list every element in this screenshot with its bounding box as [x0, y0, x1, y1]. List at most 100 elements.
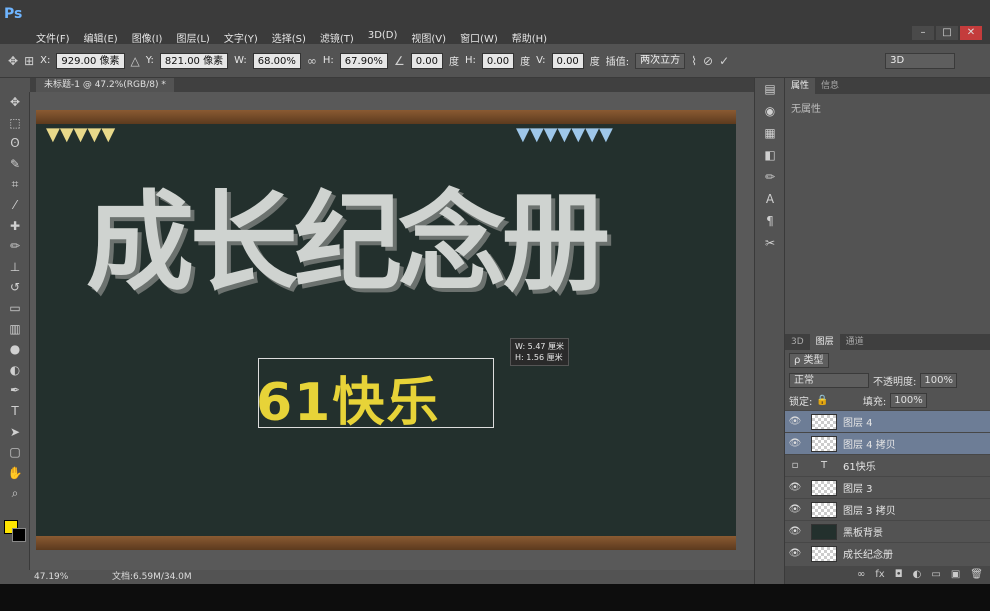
panel-dock-icons: ▤ ◉ ▦ ◧ ✏ A ¶ ✂ — [754, 78, 784, 584]
layer-filter-select[interactable]: ρ 类型 — [789, 352, 829, 368]
marquee-icon[interactable]: ⬚ — [0, 113, 30, 134]
new-layer-icon[interactable]: ▣ — [951, 566, 960, 584]
commit-transform-icon[interactable]: ✓ — [719, 54, 729, 68]
menu-edit[interactable]: 编辑(E) — [84, 30, 118, 45]
close-button[interactable]: ✕ — [960, 26, 982, 40]
eye-hidden-icon[interactable]: ▫ — [785, 460, 805, 471]
height-input[interactable]: 67.90% — [339, 52, 388, 69]
menu-type[interactable]: 文字(Y) — [224, 30, 258, 45]
tab-channels[interactable]: 通道 — [840, 334, 870, 350]
type-icon[interactable]: T — [0, 401, 30, 422]
mask-icon[interactable]: ◘ — [895, 566, 903, 584]
width-input[interactable]: 68.00% — [252, 52, 301, 69]
opacity-input[interactable]: 100% — [920, 372, 957, 388]
bottom-strip — [0, 584, 990, 611]
move-icon[interactable]: ✥ — [0, 92, 30, 113]
menu-view[interactable]: 视图(V) — [411, 30, 446, 45]
eye-icon[interactable]: 👁 — [785, 548, 805, 559]
eraser-icon[interactable]: ▭ — [0, 298, 30, 319]
document-size: 文档:6.59M/34.0M — [112, 572, 192, 582]
tab-3d[interactable]: 3D — [785, 334, 810, 350]
tab-info[interactable]: 信息 — [815, 78, 845, 94]
eye-icon[interactable]: 👁 — [785, 482, 805, 493]
menu-filter[interactable]: 滤镜(T) — [320, 30, 354, 45]
eye-icon[interactable]: 👁 — [785, 416, 805, 427]
layer-row[interactable]: 👁 图层 3 拷贝 — [785, 498, 990, 520]
layer-row[interactable]: 👁 图层 4 — [785, 410, 990, 432]
lasso-icon[interactable]: ʘ — [0, 133, 30, 154]
color-panel-icon[interactable]: ◉ — [755, 100, 785, 122]
blur-icon[interactable]: ● — [0, 339, 30, 360]
layer-row[interactable]: ▫ T 61快乐 — [785, 454, 990, 476]
tab-layers[interactable]: 图层 — [809, 334, 840, 350]
adjustments-panel-icon[interactable]: ◧ — [755, 144, 785, 166]
hand-icon[interactable]: ✋ — [0, 463, 30, 484]
menu-file[interactable]: 文件(F) — [36, 30, 70, 45]
group-icon[interactable]: ▭ — [931, 566, 940, 584]
canvas-area[interactable]: ▼▼▼▼▼ ▼▼▼▼▼▼▼ 成长纪念册 61快乐 W: 5.47 厘米 H: 1… — [30, 92, 754, 570]
layer-row[interactable]: 👁 图层 4 拷贝 — [785, 432, 990, 454]
gradient-icon[interactable]: ▥ — [0, 319, 30, 340]
tooltip-width: W: 5.47 厘米 — [515, 342, 565, 351]
menu-3d[interactable]: 3D(D) — [368, 30, 398, 45]
stamp-icon[interactable]: ⊥ — [0, 257, 30, 278]
path-select-icon[interactable]: ➤ — [0, 422, 30, 443]
menu-layer[interactable]: 图层(L) — [176, 30, 209, 45]
dodge-icon[interactable]: ◐ — [0, 360, 30, 381]
character-panel-icon[interactable]: A — [755, 188, 785, 210]
healing-icon[interactable]: ✚ — [0, 216, 30, 237]
move-tool-icon[interactable]: ✥ — [8, 54, 18, 68]
interp-select[interactable]: 两次立方 — [635, 52, 686, 69]
fill-input[interactable]: 100% — [890, 392, 927, 408]
layer-row[interactable]: 👁 图层 3 — [785, 476, 990, 498]
warp-icon[interactable]: ⌇ — [691, 54, 697, 68]
pen-icon[interactable]: ✒ — [0, 380, 30, 401]
eye-icon[interactable]: 👁 — [785, 504, 805, 515]
workspace-select[interactable]: 3D — [885, 52, 956, 69]
reference-point-icon[interactable]: ⊞ — [24, 54, 34, 68]
menu-window[interactable]: 窗口(W) — [460, 30, 498, 45]
lock-icon[interactable]: 🔒 — [816, 395, 828, 406]
paragraph-panel-icon[interactable]: ¶ — [755, 210, 785, 232]
layer-row[interactable]: 👁 成长纪念册 — [785, 542, 990, 564]
crop-icon[interactable]: ⌗ — [0, 174, 30, 195]
eye-icon[interactable]: 👁 — [785, 526, 805, 537]
fx-icon[interactable]: fx — [875, 566, 884, 584]
zoom-level[interactable]: 47.19% — [34, 570, 68, 584]
trash-icon[interactable]: 🗑 — [970, 566, 983, 584]
menu-image[interactable]: 图像(I) — [132, 30, 163, 45]
minimize-button[interactable]: – — [912, 26, 934, 40]
vskew-input[interactable]: 0.00 — [551, 52, 584, 69]
adjustment-layer-icon[interactable]: ◐ — [913, 566, 922, 584]
menu-help[interactable]: 帮助(H) — [512, 30, 547, 45]
eyedropper-icon[interactable]: ⁄ — [0, 195, 30, 216]
link-layers-icon[interactable]: ∞ — [857, 566, 865, 584]
swatches-panel-icon[interactable]: ▦ — [755, 122, 785, 144]
quick-select-icon[interactable]: ✎ — [0, 154, 30, 175]
transform-bounding-box[interactable] — [258, 358, 494, 428]
link-icon[interactable]: ∞ — [307, 54, 317, 68]
history-panel-icon[interactable]: ▤ — [755, 78, 785, 100]
background-color-swatch[interactable] — [12, 528, 26, 542]
brush-panel-icon[interactable]: ✏ — [755, 166, 785, 188]
cancel-transform-icon[interactable]: ⊘ — [703, 54, 713, 68]
eye-icon[interactable]: 👁 — [785, 438, 805, 449]
delta-icon[interactable]: △ — [131, 54, 140, 68]
menu-select[interactable]: 选择(S) — [272, 30, 306, 45]
x-input[interactable]: 929.00 像素 — [56, 52, 125, 69]
blend-mode-select[interactable]: 正常 — [789, 372, 869, 388]
history-brush-icon[interactable]: ↺ — [0, 277, 30, 298]
tools-panel: ✥ ⬚ ʘ ✎ ⌗ ⁄ ✚ ✏ ⊥ ↺ ▭ ▥ ● ◐ ✒ T ➤ ▢ ✋ ⌕ — [0, 92, 30, 570]
document-tab[interactable]: 未标题-1 @ 47.2%(RGB/8) * — [36, 78, 174, 92]
chalkboard-artwork[interactable]: ▼▼▼▼▼ ▼▼▼▼▼▼▼ 成长纪念册 61快乐 W: 5.47 厘米 H: 1… — [36, 110, 736, 550]
tab-properties[interactable]: 属性 — [785, 78, 816, 94]
brush-icon[interactable]: ✏ — [0, 236, 30, 257]
hskew-input[interactable]: 0.00 — [481, 52, 515, 69]
angle-input[interactable]: 0.00 — [410, 52, 443, 69]
tools-preset-icon[interactable]: ✂ — [755, 232, 785, 254]
y-input[interactable]: 821.00 像素 — [159, 52, 229, 69]
zoom-icon[interactable]: ⌕ — [0, 483, 30, 504]
shape-icon[interactable]: ▢ — [0, 442, 30, 463]
restore-button[interactable]: □ — [936, 26, 958, 40]
layer-row[interactable]: 👁 黑板背景 — [785, 520, 990, 542]
